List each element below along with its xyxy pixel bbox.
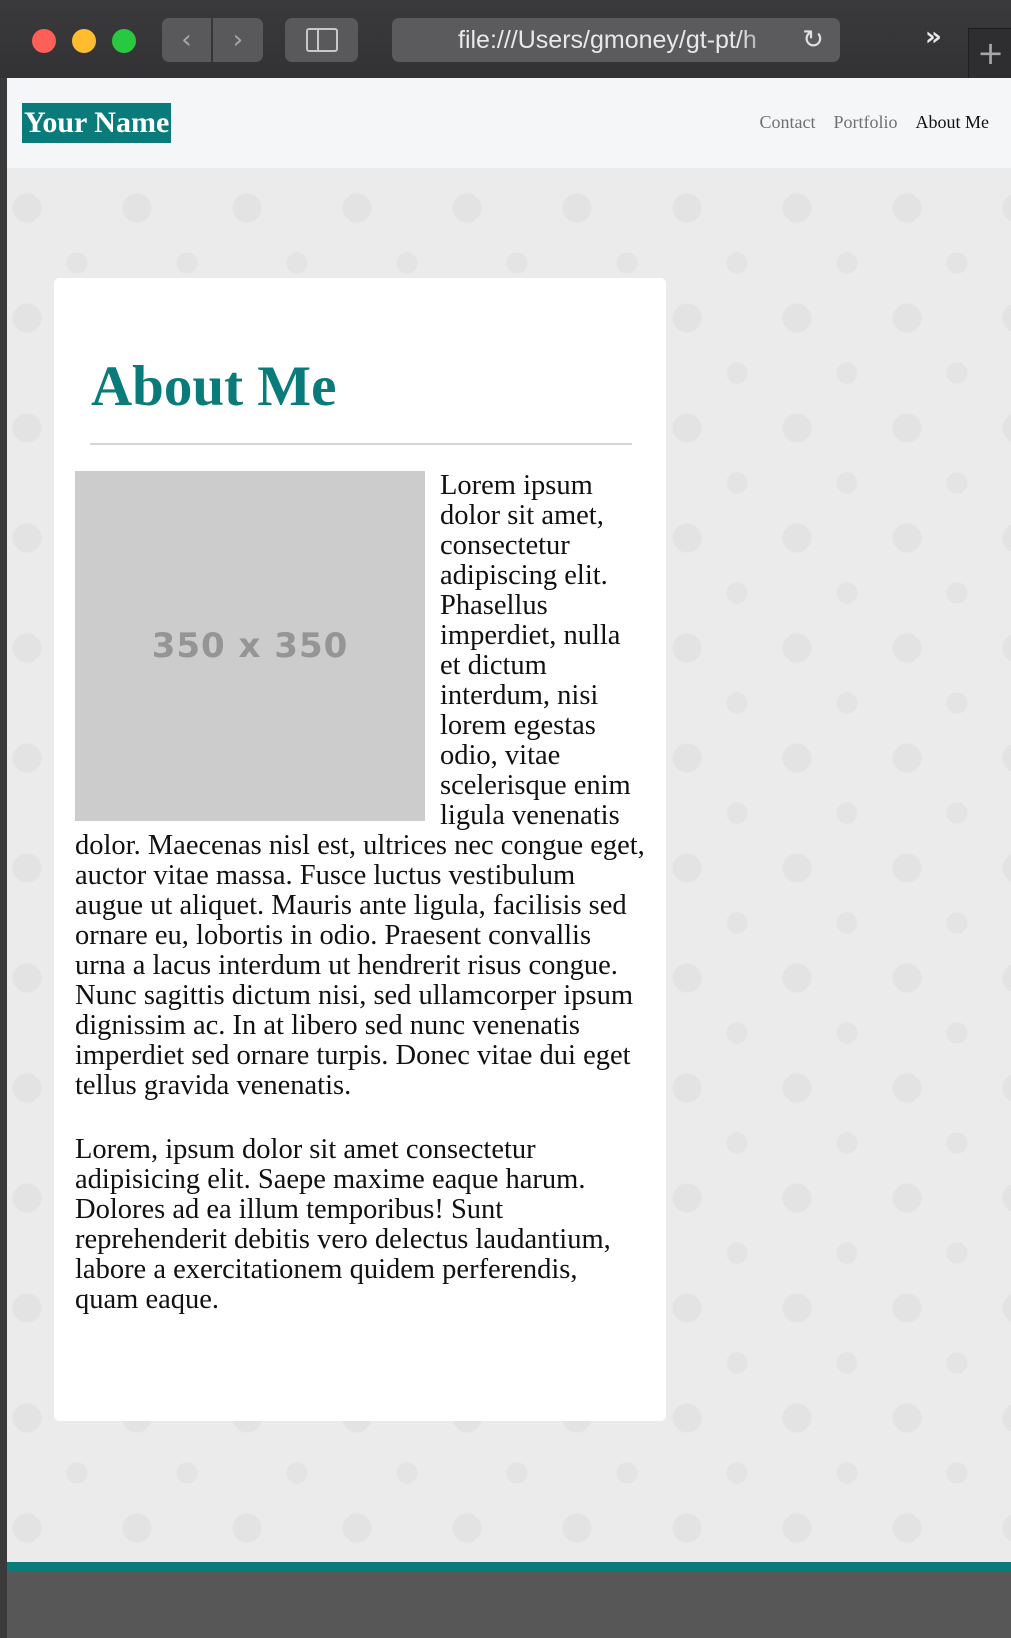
about-card: About Me 350 x 350 Lorem ipsum dolor sit… (54, 278, 666, 1421)
nav-link-contact[interactable]: Contact (759, 108, 815, 136)
minimize-window-button[interactable] (72, 29, 96, 53)
site-logo[interactable]: Your Name (22, 103, 172, 143)
profile-image-placeholder: 350 x 350 (75, 471, 425, 821)
window-edge (0, 78, 7, 1638)
chevron-left-icon: ‹ (181, 25, 192, 55)
page-title: About Me (91, 355, 337, 418)
new-tab-button[interactable]: + (968, 28, 1011, 79)
about-content: 350 x 350 Lorem ipsum dolor sit amet, co… (75, 471, 645, 1315)
overflow-chevrons-icon[interactable]: » (925, 22, 942, 52)
url-text[interactable]: file:///Users/gmoney/gt-pt/h (458, 18, 788, 62)
site-footer (7, 1562, 1011, 1638)
title-divider (90, 443, 632, 445)
image-placeholder-label: 350 x 350 (151, 626, 349, 666)
reload-icon[interactable]: ↻ (796, 18, 830, 62)
nav-link-about-me[interactable]: About Me (916, 108, 990, 136)
about-paragraph-2: Lorem, ipsum dolor sit amet consectetur … (75, 1134, 611, 1315)
close-window-button[interactable] (32, 29, 56, 53)
sidebar-icon (305, 28, 338, 52)
nav-link-portfolio[interactable]: Portfolio (833, 108, 897, 136)
page-viewport: Your Name Contact Portfolio About Me Abo… (7, 78, 1011, 1638)
chevron-right-icon: › (232, 25, 244, 55)
zoom-window-button[interactable] (112, 29, 136, 53)
site-header: Your Name Contact Portfolio About Me (7, 78, 1011, 168)
back-button[interactable]: ‹ (162, 18, 211, 62)
browser-toolbar: ‹ › file:///Users/gmoney/gt-pt/h ↻ » + (0, 0, 1011, 79)
sidebar-toggle-button[interactable] (285, 18, 358, 62)
plus-icon: + (977, 34, 1004, 72)
site-nav: Contact Portfolio About Me (759, 108, 989, 136)
address-bar[interactable]: file:///Users/gmoney/gt-pt/h ↻ (392, 18, 840, 62)
forward-button[interactable]: › (213, 18, 263, 62)
